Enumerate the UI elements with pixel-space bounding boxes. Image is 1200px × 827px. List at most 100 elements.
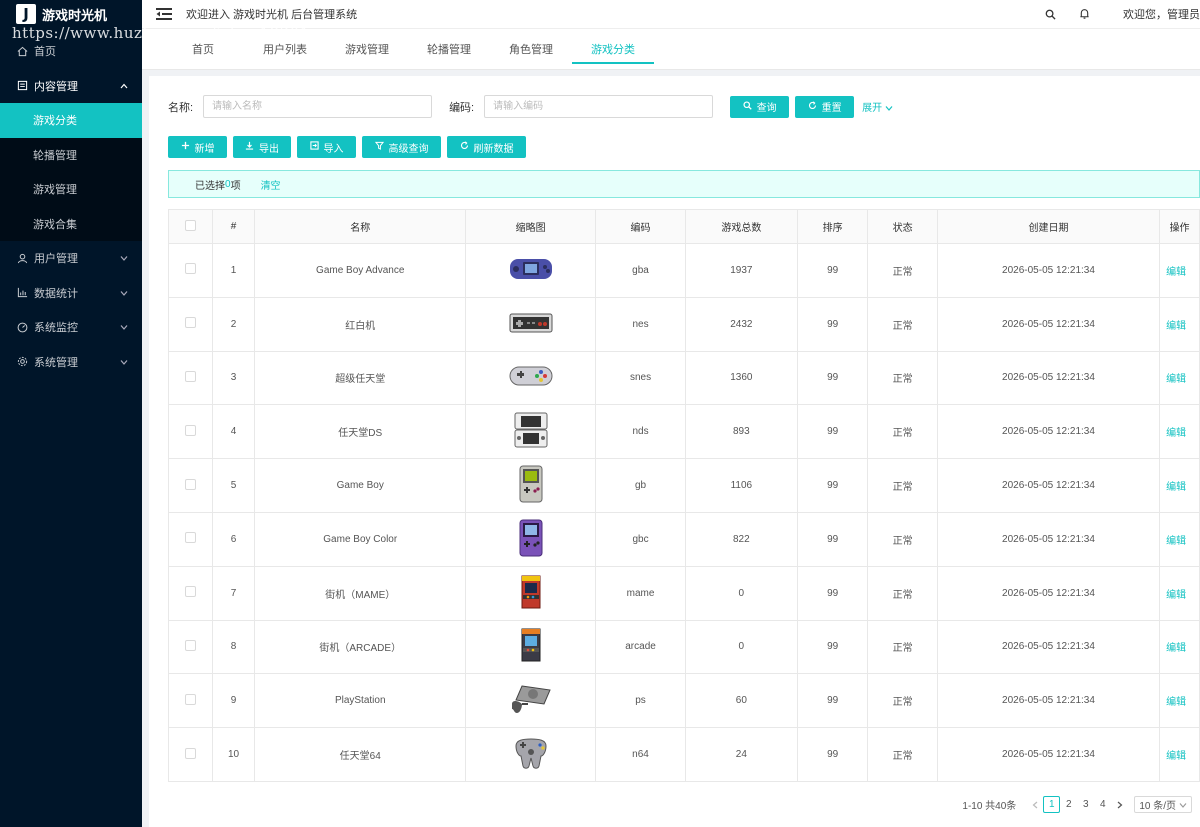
download-icon bbox=[245, 141, 254, 153]
row-sort: 99 bbox=[796, 673, 869, 729]
tab-game-category[interactable]: 游戏分类 bbox=[572, 29, 654, 69]
row-code: gb bbox=[595, 458, 686, 513]
row-checkbox[interactable] bbox=[184, 370, 196, 382]
row-select-cell[interactable] bbox=[168, 727, 213, 782]
row-code: gbc bbox=[595, 511, 686, 567]
edit-link[interactable]: 编辑 bbox=[1159, 727, 1200, 782]
import-icon bbox=[309, 141, 319, 153]
row-checkbox[interactable] bbox=[184, 317, 196, 329]
row-select-cell[interactable] bbox=[168, 673, 213, 729]
row-thumbnail bbox=[465, 404, 597, 460]
edit-link[interactable]: 编辑 bbox=[1159, 619, 1200, 675]
row-sort: 99 bbox=[796, 727, 869, 782]
row-code: nes bbox=[595, 296, 686, 352]
data-table: # 名称 缩略图 编码 游戏总数 排序 状态 创建日期 操作 1 Game Boy… bbox=[168, 209, 1200, 782]
edit-link[interactable]: 编辑 bbox=[1159, 350, 1200, 406]
row-select-cell[interactable] bbox=[168, 350, 213, 406]
home-icon bbox=[16, 45, 28, 57]
row-checkbox[interactable] bbox=[184, 586, 196, 598]
row-select-cell[interactable] bbox=[168, 565, 213, 621]
sidebar-item-games[interactable]: 游戏管理 bbox=[0, 172, 142, 207]
sidebar-item-content[interactable]: 内容管理 bbox=[0, 69, 142, 104]
edit-link[interactable]: 编辑 bbox=[1159, 565, 1200, 621]
advanced-query-button[interactable]: 高级查询 bbox=[362, 136, 441, 158]
row-checkbox[interactable] bbox=[184, 478, 196, 490]
search-form: 名称: 编码: 查询 重置 展开 bbox=[168, 95, 893, 118]
sidebar-item-stats[interactable]: 数据统计 bbox=[0, 276, 142, 311]
row-select-cell[interactable] bbox=[168, 404, 213, 460]
side-nav: 首页 内容管理 游戏分类 轮播管理 游戏管理 游戏合集 用户管理 数据统计 系统… bbox=[0, 34, 142, 379]
expand-toggle[interactable]: 展开 bbox=[862, 99, 893, 114]
name-input[interactable] bbox=[203, 95, 433, 118]
row-name: PlayStation bbox=[254, 673, 467, 729]
row-select-cell[interactable] bbox=[168, 619, 213, 675]
next-page-icon[interactable] bbox=[1111, 796, 1128, 813]
reset-button[interactable]: 重置 bbox=[795, 95, 855, 118]
row-total: 1360 bbox=[684, 350, 798, 406]
user-icon bbox=[16, 252, 28, 264]
row-checkbox[interactable] bbox=[184, 639, 196, 651]
column-header: 创建日期 bbox=[936, 209, 1161, 244]
tab-carousel[interactable]: 轮播管理 bbox=[408, 29, 490, 69]
row-checkbox[interactable] bbox=[184, 532, 196, 544]
user-greeting[interactable]: 欢迎您，管理员 bbox=[1123, 6, 1200, 22]
row-sort: 99 bbox=[796, 511, 869, 567]
select-all-cell[interactable] bbox=[168, 209, 213, 244]
row-status: 正常 bbox=[867, 350, 938, 406]
export-button[interactable]: 导出 bbox=[233, 136, 291, 158]
query-button[interactable]: 查询 bbox=[730, 95, 790, 118]
row-index: 2 bbox=[211, 296, 256, 352]
edit-link[interactable]: 编辑 bbox=[1159, 511, 1200, 567]
page-4[interactable]: 4 bbox=[1094, 796, 1111, 813]
row-date: 2026-05-05 12:21:34 bbox=[936, 511, 1161, 567]
row-checkbox[interactable] bbox=[184, 263, 196, 275]
row-select-cell[interactable] bbox=[168, 511, 213, 567]
edit-link[interactable]: 编辑 bbox=[1159, 243, 1200, 298]
row-sort: 99 bbox=[796, 296, 869, 352]
bell-icon[interactable] bbox=[1069, 8, 1099, 20]
page-size-select[interactable]: 10 条/页 bbox=[1134, 796, 1192, 813]
clear-selection-link[interactable]: 清空 bbox=[261, 177, 281, 192]
menu-fold-icon[interactable] bbox=[156, 7, 172, 21]
row-status: 正常 bbox=[867, 511, 938, 567]
row-thumbnail bbox=[465, 350, 597, 406]
row-name: 任天堂64 bbox=[254, 727, 467, 782]
refresh-button[interactable]: 刷新数据 bbox=[447, 136, 526, 158]
edit-link[interactable]: 编辑 bbox=[1159, 296, 1200, 352]
n64-controller-icon bbox=[513, 736, 549, 773]
tab-roles[interactable]: 角色管理 bbox=[490, 29, 572, 69]
add-button[interactable]: 新增 bbox=[168, 136, 227, 158]
edit-link[interactable]: 编辑 bbox=[1159, 404, 1200, 460]
gba-console-icon bbox=[509, 256, 553, 285]
sidebar-item-users[interactable]: 用户管理 bbox=[0, 241, 142, 276]
select-all-checkbox[interactable] bbox=[184, 219, 196, 231]
row-total: 24 bbox=[684, 727, 798, 782]
sidebar-item-system[interactable]: 系统管理 bbox=[0, 345, 142, 380]
column-header: 编码 bbox=[595, 209, 686, 244]
row-checkbox[interactable] bbox=[184, 747, 196, 759]
sidebar-item-monitor[interactable]: 系统监控 bbox=[0, 310, 142, 345]
row-total: 2432 bbox=[684, 296, 798, 352]
row-select-cell[interactable] bbox=[168, 458, 213, 513]
sidebar-item-game-category[interactable]: 游戏分类 bbox=[0, 103, 142, 138]
search-icon[interactable] bbox=[1035, 9, 1065, 20]
row-checkbox[interactable] bbox=[184, 424, 196, 436]
code-input[interactable] bbox=[484, 95, 714, 118]
prev-page-icon[interactable] bbox=[1026, 796, 1043, 813]
edit-link[interactable]: 编辑 bbox=[1159, 673, 1200, 729]
row-checkbox[interactable] bbox=[184, 693, 196, 705]
row-date: 2026-05-05 12:21:34 bbox=[936, 673, 1161, 729]
edit-link[interactable]: 编辑 bbox=[1159, 458, 1200, 513]
row-date: 2026-05-05 12:21:34 bbox=[936, 619, 1161, 675]
sidebar-item-carousel[interactable]: 轮播管理 bbox=[0, 138, 142, 173]
row-select-cell[interactable] bbox=[168, 296, 213, 352]
snes-controller-icon bbox=[508, 364, 554, 391]
sidebar-item-collections[interactable]: 游戏合集 bbox=[0, 207, 142, 242]
tab-game-manage[interactable]: 游戏管理 bbox=[326, 29, 408, 69]
row-select-cell[interactable] bbox=[168, 243, 213, 298]
page-3[interactable]: 3 bbox=[1077, 796, 1094, 813]
page-1[interactable]: 1 bbox=[1043, 796, 1061, 813]
import-button[interactable]: 导入 bbox=[297, 136, 356, 158]
chevron-down-icon bbox=[120, 322, 128, 332]
page-2[interactable]: 2 bbox=[1060, 796, 1077, 813]
